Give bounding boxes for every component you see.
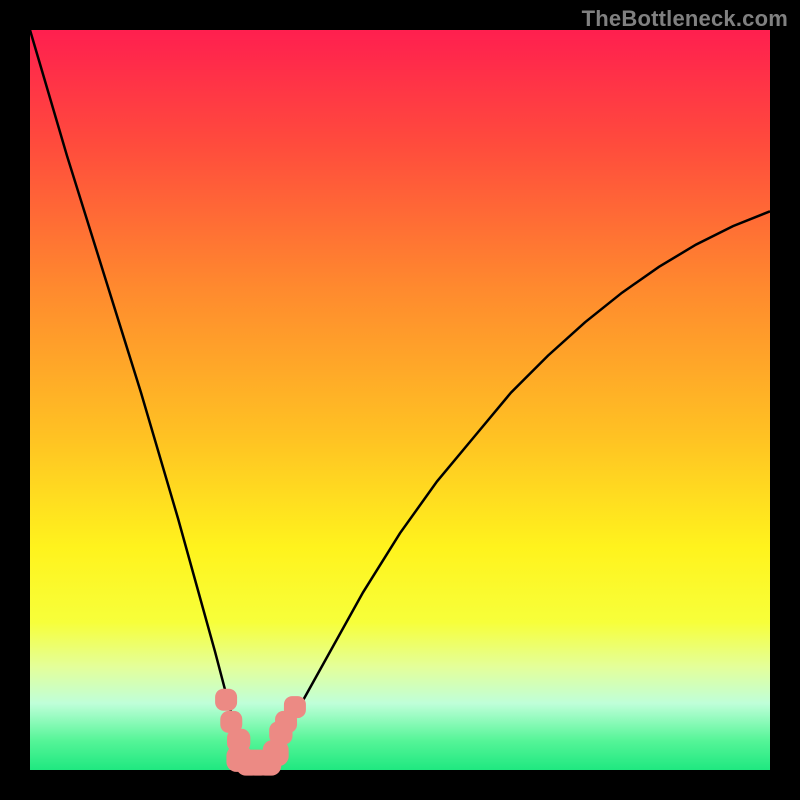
bottleneck-marker — [284, 696, 306, 718]
chart-stage: TheBottleneck.com — [0, 0, 800, 800]
plot-background — [30, 30, 770, 770]
attribution-label: TheBottleneck.com — [582, 6, 788, 32]
bottleneck-chart — [0, 0, 800, 800]
bottleneck-marker — [215, 689, 237, 711]
